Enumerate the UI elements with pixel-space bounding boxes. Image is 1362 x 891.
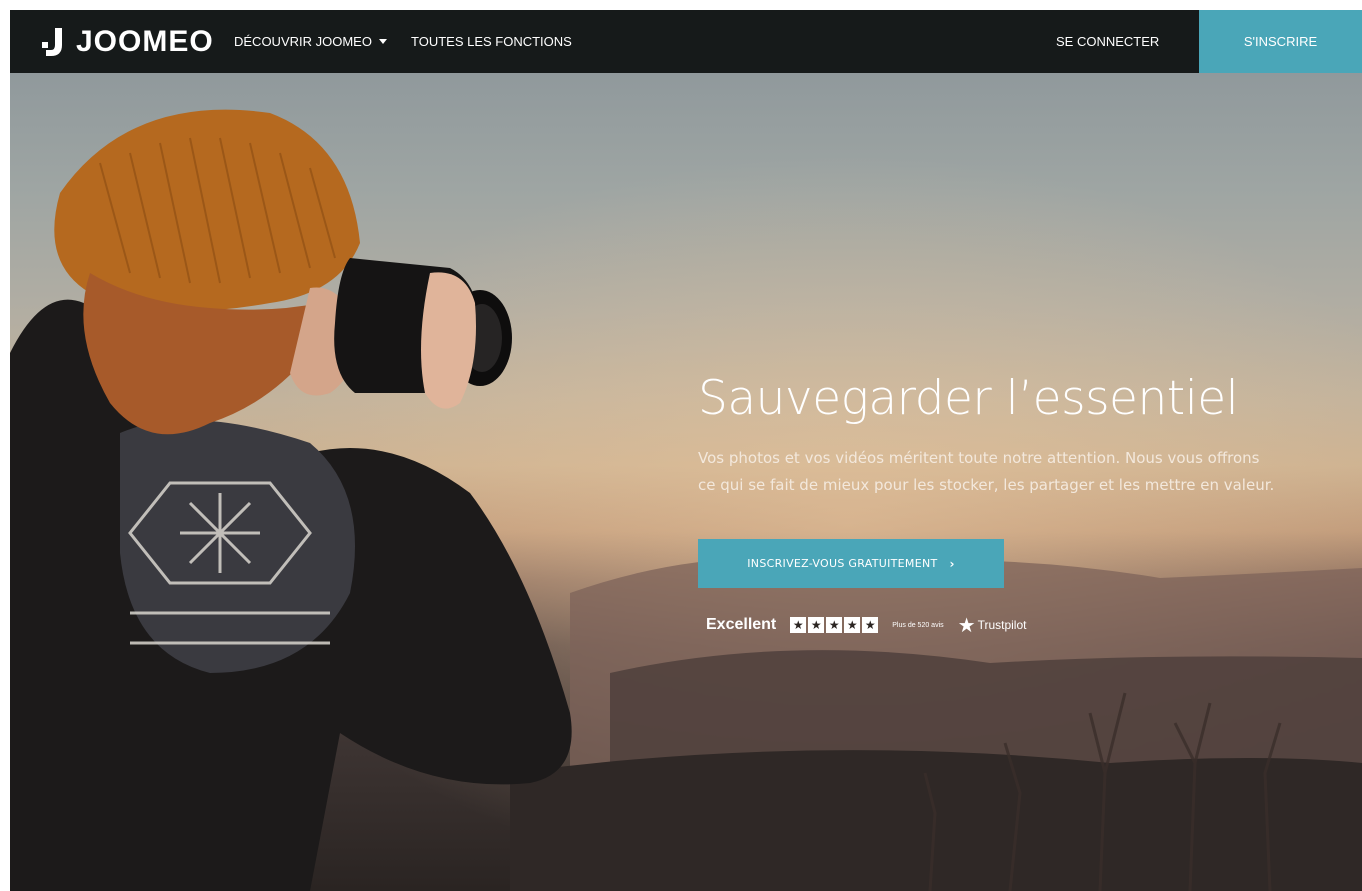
trustpilot-name: Trustpilot [977, 618, 1027, 632]
brand-name: JOOMEO [76, 25, 214, 58]
signup-button[interactable]: S'INSCRIRE [1199, 10, 1362, 73]
hero-description: Vos photos et vos vidéos méritent toute … [698, 449, 1275, 494]
trustpilot-widget[interactable]: Excellent ★ ★ ★ ★ ★ Plus de 520 avis ★ T… [698, 613, 1298, 638]
star-icon: ★ [826, 617, 843, 633]
cta-label: INSCRIVEZ-VOUS GRATUITEMENT [747, 557, 938, 570]
star-icon: ★ [790, 617, 807, 633]
top-navbar: JOOMEO DÉCOUVRIR JOOMEO TOUTES LES FONCT… [10, 10, 1362, 73]
trust-review-count: Plus de 520 avis [892, 621, 944, 629]
login-link[interactable]: SE CONNECTER [1056, 10, 1159, 73]
trustpilot-star-icon: ★ [957, 614, 976, 637]
nav-discover-joomeo[interactable]: DÉCOUVRIR JOOMEO [234, 10, 387, 73]
hero-section: Sauvegarder l’essentiel Vos photos et vo… [10, 73, 1362, 891]
nav-all-functions[interactable]: TOUTES LES FONCTIONS [411, 10, 572, 73]
trustpilot-logo: ★ Trustpilot [958, 613, 1027, 638]
joomeo-logo-icon [42, 28, 62, 56]
page-frame: JOOMEO DÉCOUVRIR JOOMEO TOUTES LES FONCT… [10, 10, 1362, 891]
caret-down-icon [378, 39, 387, 45]
star-icon: ★ [862, 617, 879, 633]
star-icon: ★ [808, 617, 825, 633]
chevron-right-icon: › [949, 556, 955, 571]
trust-rating-word: Excellent [706, 616, 777, 633]
star-icon: ★ [844, 617, 861, 633]
joomeo-logo[interactable]: JOOMEO [40, 24, 214, 60]
hero-content: Sauvegarder l’essentiel Vos photos et vo… [698, 369, 1298, 638]
hero-title: Sauvegarder l’essentiel [698, 371, 1239, 426]
signup-free-button[interactable]: INSCRIVEZ-VOUS GRATUITEMENT › [698, 539, 1004, 588]
trust-stars: ★ ★ ★ ★ ★ [790, 617, 879, 633]
nav-discover-label: DÉCOUVRIR JOOMEO [234, 34, 372, 49]
